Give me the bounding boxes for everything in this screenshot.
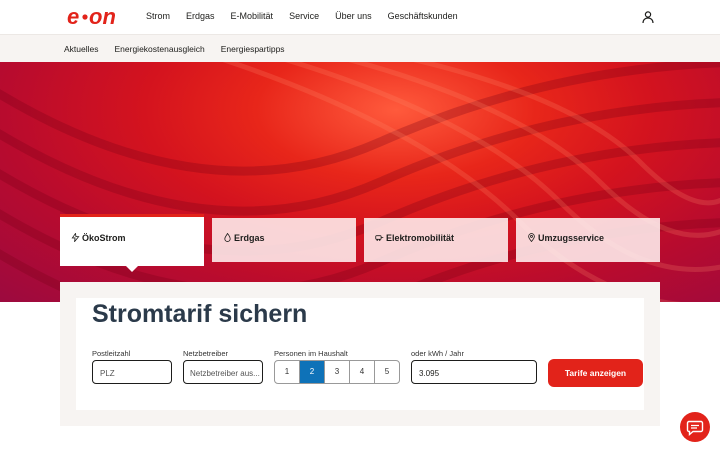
household-option-1[interactable]: 1 — [275, 361, 300, 383]
nav-item-service[interactable]: Service — [289, 11, 319, 21]
postcode-label: Postleitzahl — [92, 349, 131, 358]
svg-text:e: e — [67, 6, 79, 28]
chat-icon — [686, 420, 704, 437]
consumption-input[interactable]: 3.095 — [411, 360, 537, 384]
form-title: Stromtarif sichern — [92, 300, 308, 328]
flame-icon — [224, 233, 231, 242]
nav-item-ueber-uns[interactable]: Über uns — [335, 11, 372, 21]
top-navigation: e on Strom Erdgas E-Mobilität Service Üb… — [0, 0, 720, 34]
household-option-4[interactable]: 4 — [350, 361, 375, 383]
household-label: Personen im Haushalt — [274, 349, 348, 358]
household-option-2[interactable]: 2 — [300, 361, 325, 383]
product-tabs: ÖkoStrom Erdgas Elektromobilität Umzugss… — [60, 214, 660, 266]
car-plug-icon — [375, 235, 384, 241]
main-nav: Strom Erdgas E-Mobilität Service Über un… — [146, 11, 474, 21]
hero-image — [0, 62, 720, 302]
hero-waves — [0, 62, 720, 302]
active-tab-indicator — [126, 266, 138, 272]
nav-item-strom[interactable]: Strom — [146, 11, 170, 21]
subnav-item-aktuelles[interactable]: Aktuelles — [64, 44, 99, 54]
tab-label: Elektromobilität — [386, 233, 455, 243]
location-pin-icon — [528, 233, 535, 242]
sub-navigation: Aktuelles Energiekostenausgleich Energie… — [0, 34, 720, 62]
operator-label: Netzbetreiber — [183, 349, 229, 358]
household-option-3[interactable]: 3 — [325, 361, 350, 383]
nav-item-geschaeftskunden[interactable]: Geschäftskunden — [388, 11, 458, 21]
subnav-item-energiekostenausgleich[interactable]: Energiekostenausgleich — [115, 44, 205, 54]
tab-label: ÖkoStrom — [82, 233, 126, 243]
household-option-5[interactable]: 5 — [375, 361, 399, 383]
nav-item-e-mobilitaet[interactable]: E-Mobilität — [231, 11, 274, 21]
tab-label: Erdgas — [234, 233, 265, 243]
user-icon[interactable] — [641, 10, 655, 24]
eon-logo[interactable]: e on — [66, 6, 128, 28]
tab-elektromobilitaet[interactable]: Elektromobilität — [364, 218, 508, 262]
tab-oekostrom[interactable]: ÖkoStrom — [60, 214, 204, 266]
household-size-selector: 1 2 3 4 5 — [274, 360, 400, 384]
leaf-bolt-icon — [71, 233, 80, 242]
svg-text:on: on — [89, 6, 116, 28]
consumption-label: oder kWh / Jahr — [411, 349, 464, 358]
operator-placeholder: Netzbetreiber aus... — [190, 369, 260, 378]
tab-umzugsservice[interactable]: Umzugsservice — [516, 218, 660, 262]
postcode-input[interactable]: PLZ — [92, 360, 172, 384]
tab-erdgas[interactable]: Erdgas — [212, 218, 356, 262]
subnav-item-energiespartipps[interactable]: Energiespartipps — [221, 44, 285, 54]
nav-item-erdgas[interactable]: Erdgas — [186, 11, 215, 21]
tab-label: Umzugsservice — [538, 233, 605, 243]
show-tariffs-button[interactable]: Tarife anzeigen — [548, 359, 643, 387]
operator-select[interactable]: Netzbetreiber aus... — [183, 360, 263, 384]
chat-button[interactable] — [680, 412, 710, 442]
